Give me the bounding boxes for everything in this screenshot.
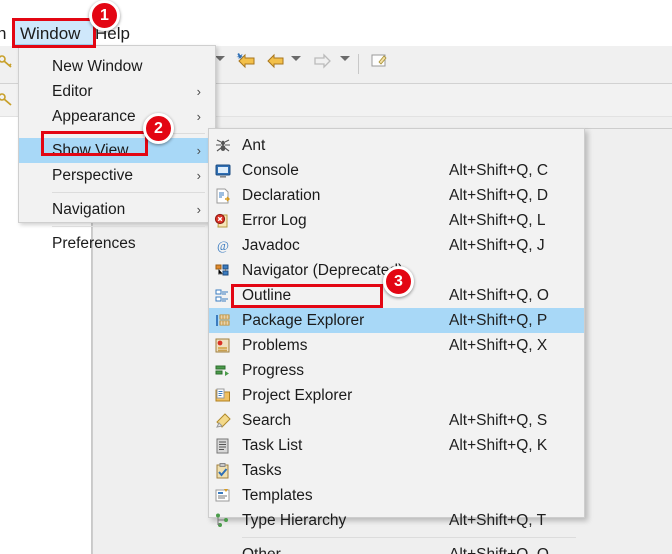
outline-icon <box>214 287 232 305</box>
annotation-box-window <box>12 18 96 48</box>
svg-text:@: @ <box>217 238 229 253</box>
toolbar-back-arrow-icon[interactable] <box>265 52 286 75</box>
show-view-item-problems[interactable]: Problems Alt+Shift+Q, X <box>209 333 584 358</box>
show-view-item-task-list[interactable]: Task List Alt+Shift+Q, K <box>209 433 584 458</box>
show-view-item-label: Error Log <box>242 212 307 229</box>
screenshot-root: n Window Help New Window Editor › Appear… <box>0 0 672 554</box>
toolbar-dropdown-caret-2[interactable] <box>291 56 301 61</box>
toolbar-back-with-star-icon[interactable] <box>236 52 257 75</box>
show-view-separator <box>242 537 576 538</box>
chevron-right-icon: › <box>196 143 201 158</box>
menu-item-label: Editor <box>52 83 93 100</box>
toolbar-separator <box>358 54 359 74</box>
show-view-item-accel: Alt+Shift+Q, J <box>449 237 545 254</box>
show-view-item-label: Ant <box>242 137 266 154</box>
show-view-item-project-explorer[interactable]: Project Explorer <box>209 383 584 408</box>
annotation-badge-2: 2 <box>143 113 174 144</box>
toolbar-dropdown-caret-1[interactable] <box>215 56 225 61</box>
task-list-icon <box>214 437 232 455</box>
menu-item-new-window[interactable]: New Window <box>19 54 215 79</box>
show-view-item-javadoc[interactable]: @ Javadoc Alt+Shift+Q, J <box>209 233 584 258</box>
show-view-item-accel: Alt+Shift+Q, X <box>449 337 548 354</box>
show-view-item-accel: Alt+Shift+Q, S <box>449 412 548 429</box>
show-view-item-templates[interactable]: Templates <box>209 483 584 508</box>
menu-item-label: Perspective <box>52 167 133 184</box>
project-explorer-icon <box>214 387 232 405</box>
show-view-item-label: Navigator (Deprecated) <box>242 262 404 279</box>
show-view-item-progress[interactable]: Progress <box>209 358 584 383</box>
toolbar-forward-arrow-icon[interactable] <box>312 52 333 75</box>
show-view-item-declaration[interactable]: Declaration Alt+Shift+Q, D <box>209 183 584 208</box>
show-view-item-accel: Alt+Shift+Q, O <box>449 287 549 304</box>
menu-separator <box>52 192 205 193</box>
progress-icon <box>214 362 232 380</box>
menu-item-label: New Window <box>52 58 143 75</box>
show-view-item-label: Javadoc <box>242 237 300 254</box>
menu-item-perspective[interactable]: Perspective › <box>19 163 215 188</box>
show-view-item-tasks[interactable]: Tasks <box>209 458 584 483</box>
show-view-item-accel: Alt+Shift+Q, Q <box>449 542 549 554</box>
show-view-item-accel: Alt+Shift+Q, D <box>449 187 549 204</box>
show-view-item-label: Templates <box>242 487 313 504</box>
menu-item-editor[interactable]: Editor › <box>19 79 215 104</box>
show-view-item-label: Tasks <box>242 462 282 479</box>
tasks-icon <box>214 462 232 480</box>
show-view-item-label: Problems <box>242 337 308 354</box>
menu-item-navigation[interactable]: Navigation › <box>19 197 215 222</box>
show-view-item-accel: Alt+Shift+Q, C <box>449 162 549 179</box>
search-icon <box>214 412 232 430</box>
annotation-badge-1: 1 <box>89 0 120 31</box>
type-hierarchy-icon <box>214 512 232 530</box>
console-icon <box>214 162 232 180</box>
rail-debug-icon[interactable] <box>0 92 14 111</box>
chevron-right-icon: › <box>196 109 201 124</box>
rail-key-icon[interactable] <box>0 54 14 73</box>
menu-item-appearance[interactable]: Appearance › <box>19 104 215 129</box>
show-view-item-package-explorer[interactable]: Package Explorer Alt+Shift+Q, P <box>209 308 584 333</box>
package-explorer-icon <box>214 312 232 330</box>
ant-icon <box>214 137 232 155</box>
annotation-box-package-explorer <box>231 284 383 308</box>
show-view-item-search[interactable]: Search Alt+Shift+Q, S <box>209 408 584 433</box>
menubar-truncated-item[interactable]: n <box>0 24 6 44</box>
toolbar-dropdown-caret-3[interactable] <box>340 56 350 61</box>
show-view-item-label: Search <box>242 412 292 429</box>
show-view-item-console[interactable]: Console Alt+Shift+Q, C <box>209 158 584 183</box>
show-view-item-label: Type Hierarchy <box>242 512 347 529</box>
annotation-badge-3: 3 <box>383 266 414 297</box>
chevron-right-icon: › <box>196 202 201 217</box>
menu-item-label: Navigation <box>52 201 126 218</box>
toolbar-new-editor-icon[interactable] <box>370 52 388 75</box>
menu-item-label: Preferences <box>52 235 136 252</box>
error-log-icon <box>214 212 232 230</box>
show-view-item-label: Other... <box>242 542 293 554</box>
templates-icon <box>214 487 232 505</box>
menu-item-label: Appearance <box>52 108 136 125</box>
show-view-item-type-hierarchy[interactable]: Type Hierarchy Alt+Shift+Q, T <box>209 508 584 533</box>
javadoc-icon: @ <box>214 237 232 255</box>
show-view-item-error-log[interactable]: Error Log Alt+Shift+Q, L <box>209 208 584 233</box>
problems-icon <box>214 337 232 355</box>
show-view-item-accel: Alt+Shift+Q, P <box>449 312 548 329</box>
show-view-item-label: Package Explorer <box>242 312 365 329</box>
show-view-item-accel: Alt+Shift+Q, K <box>449 437 548 454</box>
show-view-item-label: Task List <box>242 437 303 454</box>
show-view-item-label: Project Explorer <box>242 387 353 404</box>
show-view-item-label: Progress <box>242 362 305 379</box>
declaration-icon <box>214 187 232 205</box>
chevron-right-icon: › <box>196 84 201 99</box>
show-view-item-ant[interactable]: Ant <box>209 133 584 158</box>
annotation-box-show-view <box>41 131 148 156</box>
show-view-item-accel: Alt+Shift+Q, L <box>449 212 546 229</box>
navigator-icon <box>214 262 232 280</box>
show-view-item-label: Declaration <box>242 187 321 204</box>
show-view-item-accel: Alt+Shift+Q, T <box>449 512 547 529</box>
menu-item-preferences[interactable]: Preferences <box>19 231 215 256</box>
menu-separator <box>52 226 205 227</box>
show-view-submenu: Ant Console Alt+Shift+Q, C Declaration A… <box>208 128 585 554</box>
show-view-item-label: Console <box>242 162 299 179</box>
chevron-right-icon: › <box>196 168 201 183</box>
show-view-item-other[interactable]: Other... Alt+Shift+Q, Q <box>209 542 584 554</box>
